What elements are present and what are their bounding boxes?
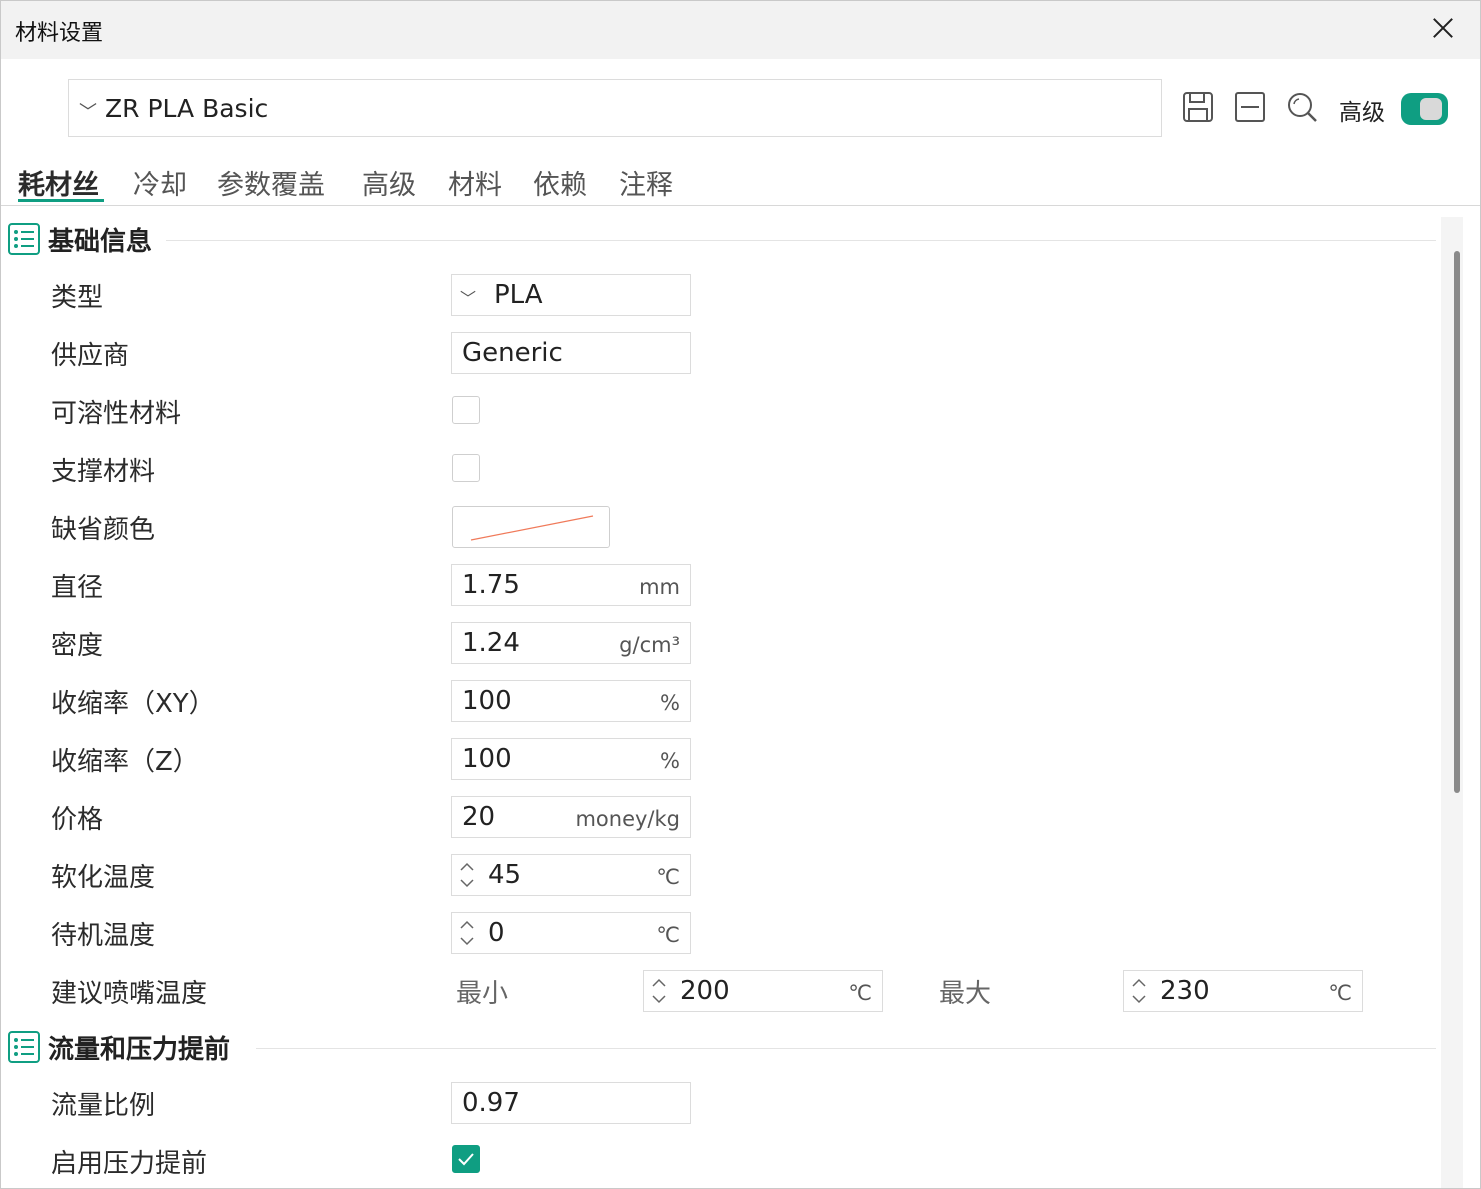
standby-temp-value: 0	[488, 918, 505, 948]
spin-arrows-icon[interactable]	[650, 975, 668, 1007]
advanced-toggle[interactable]	[1401, 93, 1448, 125]
softening-temp-unit: ℃	[656, 865, 680, 889]
tab-filament[interactable]: 耗材丝	[18, 163, 99, 202]
preset-dropdown[interactable]: ﹀ ZR PLA Basic	[68, 79, 1162, 137]
tab-overrides[interactable]: 参数覆盖	[217, 163, 325, 202]
nozzle-temp-min-unit: ℃	[848, 981, 872, 1005]
vendor-label: 供应商	[51, 341, 130, 371]
section-title-flow: 流量和压力提前	[48, 1035, 231, 1065]
softening-temp-value: 45	[488, 860, 522, 890]
delete-preset-icon[interactable]	[1234, 91, 1266, 123]
tab-bar: 耗材丝 冷却 参数覆盖 高级 材料 依赖 注释	[1, 161, 1480, 206]
support-checkbox[interactable]	[452, 454, 480, 482]
spin-arrows-icon[interactable]	[458, 859, 476, 891]
shrink-xy-unit: %	[660, 691, 680, 715]
price-input[interactable]: 20 money/kg	[451, 796, 691, 838]
density-label: 密度	[51, 631, 104, 661]
shrink-xy-label: 收缩率（XY）	[51, 689, 215, 719]
nozzle-temp-max-label: 最大	[939, 979, 992, 1009]
toggle-knob	[1420, 98, 1442, 120]
type-label: 类型	[51, 283, 104, 313]
save-icon[interactable]	[1182, 91, 1214, 123]
section-divider	[256, 1048, 1436, 1049]
softening-temp-label: 软化温度	[51, 863, 156, 893]
shrink-z-input[interactable]: 100 %	[451, 738, 691, 780]
tab-notes[interactable]: 注释	[619, 163, 673, 202]
nozzle-temp-max-value: 230	[1160, 976, 1210, 1006]
flow-ratio-value: 0.97	[462, 1088, 520, 1118]
search-icon[interactable]	[1286, 91, 1318, 123]
material-settings-dialog: 材料设置 ﹀ ZR PLA Basic 高级 耗材丝 冷却 参数覆盖 高级 材料…	[0, 0, 1481, 1189]
type-value: PLA	[494, 280, 543, 310]
price-value: 20	[462, 802, 496, 832]
nozzle-temp-min-value: 200	[680, 976, 730, 1006]
standby-temp-input[interactable]: 0 ℃	[451, 912, 691, 954]
list-icon	[8, 223, 40, 255]
chevron-down-icon: ﹀	[460, 289, 477, 308]
soluble-checkbox[interactable]	[452, 396, 480, 424]
diameter-unit: mm	[639, 575, 680, 599]
support-label: 支撑材料	[51, 457, 156, 487]
section-divider	[166, 240, 1436, 241]
tab-cooling[interactable]: 冷却	[133, 163, 187, 202]
close-icon[interactable]	[1425, 11, 1461, 47]
window-title: 材料设置	[15, 21, 104, 46]
checkmark-icon	[458, 1153, 474, 1166]
vendor-value: Generic	[462, 338, 563, 368]
diameter-label: 直径	[51, 573, 104, 603]
pressure-advance-checkbox[interactable]	[452, 1145, 480, 1173]
preset-name: ZR PLA Basic	[105, 94, 269, 123]
standby-temp-label: 待机温度	[51, 921, 156, 951]
nozzle-temp-label: 建议喷嘴温度	[51, 979, 208, 1009]
shrink-xy-value: 100	[462, 686, 512, 716]
soluble-label: 可溶性材料	[51, 399, 182, 429]
list-icon	[8, 1031, 40, 1063]
tab-advanced[interactable]: 高级	[362, 163, 416, 202]
density-unit: g/cm³	[619, 633, 680, 657]
nozzle-temp-min-label: 最小	[456, 979, 509, 1009]
shrink-z-unit: %	[660, 749, 680, 773]
density-value: 1.24	[462, 628, 520, 658]
vendor-input[interactable]: Generic	[451, 332, 691, 374]
tab-dependencies[interactable]: 依赖	[533, 163, 587, 202]
shrink-xy-input[interactable]: 100 %	[451, 680, 691, 722]
spin-arrows-icon[interactable]	[1130, 975, 1148, 1007]
active-tab-indicator	[18, 199, 104, 202]
flow-ratio-input[interactable]: 0.97	[451, 1082, 691, 1124]
flow-ratio-label: 流量比例	[51, 1091, 156, 1121]
softening-temp-input[interactable]: 45 ℃	[451, 854, 691, 896]
diameter-value: 1.75	[462, 570, 520, 600]
density-input[interactable]: 1.24 g/cm³	[451, 622, 691, 664]
price-unit: money/kg	[575, 807, 680, 831]
pressure-advance-label: 启用压力提前	[51, 1149, 208, 1179]
default-color-label: 缺省颜色	[51, 515, 156, 545]
tab-material[interactable]: 材料	[448, 163, 502, 202]
chevron-down-icon: ﹀	[79, 102, 97, 123]
section-title-basic: 基础信息	[48, 227, 153, 257]
type-select[interactable]: ﹀ PLA	[451, 274, 691, 316]
shrink-z-label: 收缩率（Z）	[51, 747, 199, 777]
diameter-input[interactable]: 1.75 mm	[451, 564, 691, 606]
advanced-label: 高级	[1339, 100, 1385, 126]
spin-arrows-icon[interactable]	[458, 917, 476, 949]
no-color-icon	[470, 515, 594, 541]
nozzle-temp-max-unit: ℃	[1328, 981, 1352, 1005]
nozzle-temp-max-input[interactable]: 230 ℃	[1123, 970, 1363, 1012]
shrink-z-value: 100	[462, 744, 512, 774]
title-bar: 材料设置	[1, 1, 1480, 59]
default-color-swatch[interactable]	[452, 506, 610, 548]
nozzle-temp-min-input[interactable]: 200 ℃	[643, 970, 883, 1012]
price-label: 价格	[51, 805, 104, 835]
standby-temp-unit: ℃	[656, 923, 680, 947]
scrollbar-thumb[interactable]	[1454, 251, 1460, 793]
